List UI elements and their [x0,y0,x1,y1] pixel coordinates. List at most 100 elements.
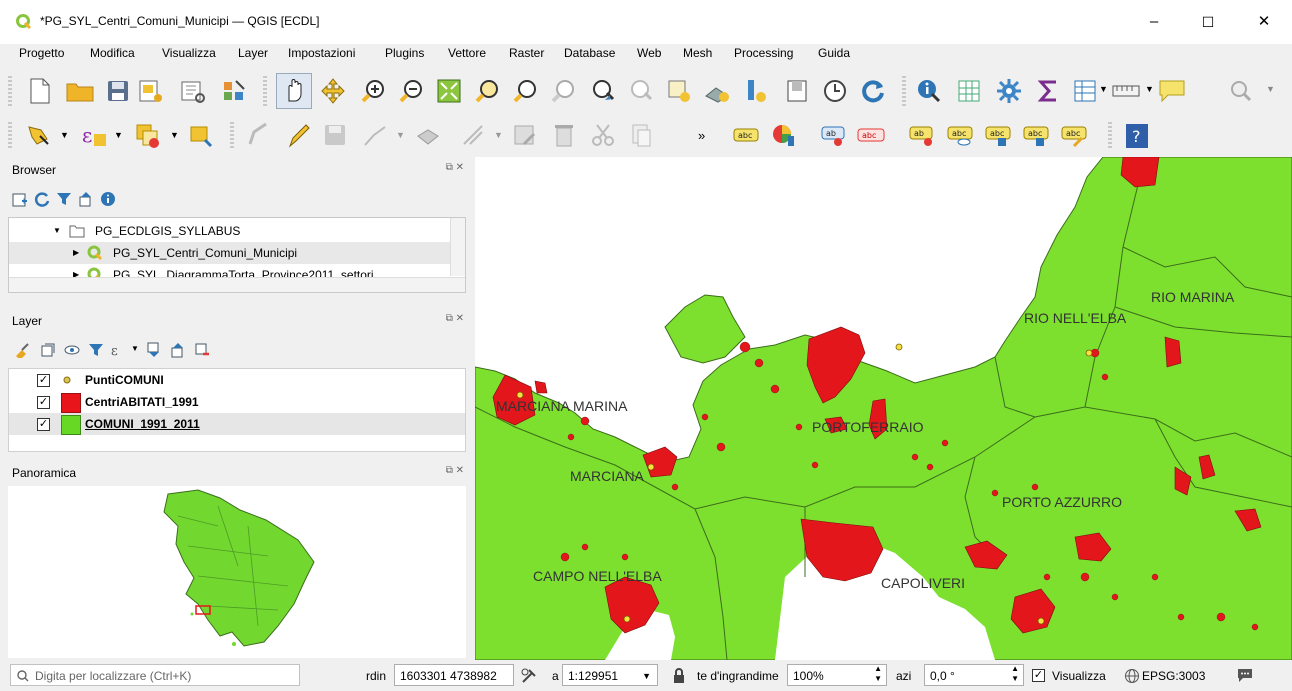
chevron-down-icon[interactable]: ▼ [1266,84,1275,94]
spinbox-arrows-icon[interactable]: ▲ ▼ [874,664,882,684]
chevron-down-icon[interactable]: ▼ [642,665,651,687]
spinbox-arrows-icon[interactable]: ▲ ▼ [1011,664,1019,684]
measure-line-icon[interactable] [1112,82,1140,100]
filter-legend-by-expression-icon[interactable]: ε [110,342,130,358]
panel-float-close-icon[interactable]: ⧉ ✕ [446,465,464,476]
attribute-table-icon[interactable] [1072,78,1098,104]
temporal-controller-bookmark-icon[interactable] [784,78,810,104]
deselect-features-icon[interactable] [134,122,162,150]
zoom-next-icon[interactable] [628,78,654,104]
chevron-down-icon[interactable]: ▼ [1099,84,1108,94]
layer-item-punticomuni[interactable]: ✓ PuntiCOMUNI [9,369,465,391]
multi-edit-icon[interactable] [460,122,488,150]
layer-item-comuni[interactable]: ✓ COMUNI_1991_2011 [9,413,465,435]
horizontal-scrollbar[interactable] [9,277,465,292]
chevron-down-icon[interactable]: ▼ [1145,84,1154,94]
zoom-out-icon[interactable] [398,78,424,104]
toggle-editing-icon[interactable] [284,122,312,150]
pan-hand-icon[interactable] [282,77,306,103]
menu-raster[interactable]: Raster [509,46,544,60]
chevron-down-icon[interactable]: ▼ [396,130,405,140]
toolbar-overflow-chevron[interactable]: » [698,128,705,143]
menu-guida[interactable]: Guida [818,46,850,60]
close-button[interactable]: ✕ [1244,10,1284,34]
zoom-native-resolution-icon[interactable] [550,78,576,104]
temporal-controller-icon[interactable] [822,78,848,104]
refresh-bookmark-icon[interactable] [744,78,770,104]
manage-map-themes-icon[interactable] [64,342,80,358]
layer-diagram-icon[interactable] [770,122,798,150]
layer-item-centriabitati[interactable]: ✓ CentriABITATI_1991 [9,391,465,413]
layer-visibility-checkbox[interactable]: ✓ [37,396,50,409]
modify-attributes-icon[interactable] [512,122,540,150]
toolbar-grip[interactable] [902,76,906,106]
menu-database[interactable]: Database [564,46,615,60]
change-label-properties-icon[interactable]: abc [1060,124,1088,148]
layer-labeling-icon[interactable]: abc [732,124,760,148]
new-project-icon[interactable] [28,78,52,104]
pin-unpin-labels-icon[interactable]: ab [820,124,848,148]
zoom-full-icon[interactable] [436,78,462,104]
render-checkbox[interactable]: ✓ [1032,669,1045,682]
rotation-field[interactable]: 0,0 ° ▲ ▼ [924,664,1024,686]
select-by-expression-icon[interactable]: ε [80,122,108,150]
show-statistical-summary-icon[interactable] [1036,78,1062,104]
menu-processing[interactable]: Processing [734,46,793,60]
menu-vettore[interactable]: Vettore [448,46,486,60]
move-label-icon[interactable]: ab [908,124,936,148]
chevron-down-icon[interactable]: ▼ [131,344,139,353]
add-selected-layers-icon[interactable] [12,191,28,207]
remove-layer-icon[interactable] [194,342,210,358]
search-locator-icon[interactable] [1228,78,1254,104]
open-project-icon[interactable] [66,80,94,102]
chevron-down-icon[interactable]: ▼ [114,130,123,140]
panel-float-close-icon[interactable]: ⧉ ✕ [446,162,464,173]
delete-selected-icon[interactable] [550,122,578,150]
invert-selection-icon[interactable] [188,122,216,150]
crs-globe-icon[interactable] [1124,668,1140,684]
locator-search-input[interactable]: Digita per localizzare (Ctrl+K) [10,664,300,686]
chevron-down-icon[interactable]: ▼ [60,130,69,140]
filter-legend-icon[interactable] [88,342,104,358]
minimize-button[interactable]: – [1134,10,1174,34]
help-icon[interactable]: ? [1124,122,1150,150]
overview-map-canvas[interactable] [8,486,466,658]
show-hide-labels-icon[interactable]: abc [946,124,974,148]
save-project-icon[interactable] [106,79,130,103]
collapse-all-icon[interactable] [78,191,94,207]
new-print-layout-icon[interactable] [138,78,164,104]
rotate-label-icon[interactable]: abc [1022,124,1050,148]
layout-manager-icon[interactable] [180,78,206,104]
save-layer-edits-icon[interactable] [322,122,350,150]
panel-float-close-icon[interactable]: ⧉ ✕ [446,313,464,324]
menu-mesh[interactable]: Mesh [683,46,712,60]
show-spatial-bookmarks-icon[interactable] [704,78,730,104]
menu-impostazioni[interactable]: Impostazioni [288,46,355,60]
pan-to-selection-icon[interactable] [320,78,346,104]
vertex-tool-icon[interactable] [414,122,442,150]
current-edits-icon[interactable] [244,122,272,150]
menu-visualizza[interactable]: Visualizza [162,46,216,60]
cut-features-icon[interactable] [590,122,618,150]
add-line-feature-icon[interactable] [362,122,390,150]
menu-layer[interactable]: Layer [238,46,268,60]
properties-info-icon[interactable] [100,191,116,207]
coordinate-field[interactable]: 1603301 4738982 [394,664,514,686]
chevron-right-icon[interactable]: ▶ [73,242,79,264]
expand-all-icon[interactable] [146,342,162,358]
magnifier-field[interactable]: 100% ▲ ▼ [787,664,887,686]
maximize-button[interactable]: ☐ [1188,10,1228,34]
messages-icon[interactable] [1236,667,1254,683]
toolbox-gear-icon[interactable] [996,78,1022,104]
copy-features-icon[interactable] [628,122,656,150]
layer-visibility-checkbox[interactable]: ✓ [37,418,50,431]
open-field-calculator-icon[interactable] [956,78,982,104]
menu-progetto[interactable]: Progetto [19,46,64,60]
add-group-icon[interactable] [40,342,56,358]
chevron-down-icon[interactable]: ▼ [494,130,503,140]
vertical-scrollbar[interactable] [450,218,465,276]
filter-browser-icon[interactable] [56,191,72,207]
identify-features-icon[interactable] [916,78,942,104]
collapse-all-icon[interactable] [170,342,186,358]
menu-plugins[interactable]: Plugins [385,46,424,60]
